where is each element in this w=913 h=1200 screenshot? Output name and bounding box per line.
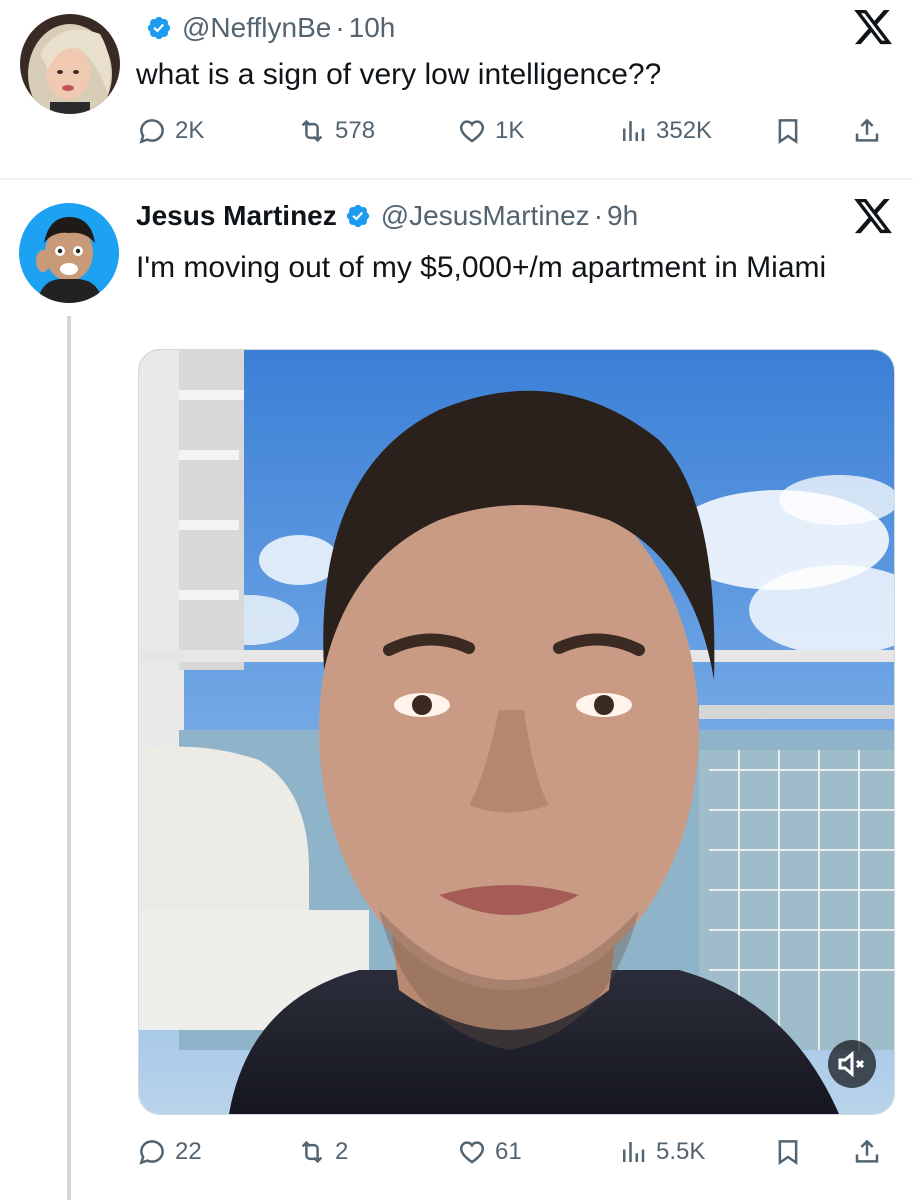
video-frame [139, 350, 894, 1114]
thread-line [67, 316, 71, 1200]
bookmark-icon [778, 119, 798, 145]
reply-icon [139, 1140, 164, 1165]
repost-icon [301, 119, 323, 143]
repost-button[interactable]: 2 [297, 1132, 348, 1172]
heart-icon [459, 1141, 485, 1164]
post2-handle[interactable]: @JesusMartinez [381, 200, 590, 232]
bookmark-icon [778, 1140, 798, 1166]
mute-button[interactable] [828, 1040, 876, 1088]
post1-timestamp[interactable]: 10h [349, 12, 396, 44]
verified-badge-icon [147, 16, 171, 40]
reply-icon [139, 119, 164, 144]
like-button[interactable]: 1K [457, 111, 524, 151]
post-divider [0, 178, 913, 180]
views-button[interactable]: 5.5K [618, 1132, 705, 1172]
views-count: 352K [656, 117, 713, 144]
post1-separator: · [335, 12, 345, 43]
x-logo-icon [854, 9, 892, 45]
post2-actions: 22 2 61 5.5K [0, 1132, 913, 1172]
views-icon [623, 121, 645, 141]
bookmark-button[interactable] [773, 111, 803, 151]
verified-badge-icon [346, 204, 369, 228]
post1-header: @NefflynBe · 10h [146, 12, 395, 44]
post2-text: I'm moving out of my $5,000+/m apartment… [136, 251, 827, 284]
post1-actions: 2K 578 1K 352K [0, 111, 913, 151]
share-icon [855, 118, 879, 142]
reply-count: 22 [175, 1138, 202, 1165]
repost-count: 2 [335, 1138, 349, 1165]
x-logo-icon [854, 198, 892, 234]
share-button[interactable] [852, 1132, 882, 1172]
repost-count: 578 [335, 117, 376, 144]
bookmark-button[interactable] [773, 1132, 803, 1172]
heart-icon [459, 120, 485, 143]
post2-author-name[interactable]: Jesus Martinez [136, 200, 337, 232]
avatar-image [19, 203, 119, 303]
repost-icon [301, 1140, 323, 1164]
reply-count: 2K [175, 117, 205, 144]
like-count: 1K [495, 117, 525, 144]
reply-button[interactable]: 22 [137, 1132, 202, 1172]
share-button[interactable] [852, 111, 882, 151]
post2-separator: · [593, 200, 604, 231]
avatar-nefflynbe[interactable] [20, 14, 120, 114]
views-button[interactable]: 352K [618, 111, 712, 151]
post1-handle[interactable]: @NefflynBe [182, 12, 331, 44]
views-count: 5.5K [656, 1138, 706, 1165]
video-player[interactable] [138, 349, 895, 1115]
repost-button[interactable]: 578 [297, 111, 375, 151]
avatar-image [20, 14, 120, 114]
avatar-jesusmartinez[interactable] [19, 203, 119, 303]
views-icon [623, 1142, 645, 1162]
like-button[interactable]: 61 [457, 1132, 522, 1172]
share-icon [855, 1139, 879, 1163]
like-count: 61 [495, 1138, 522, 1165]
post2-header: Jesus Martinez @JesusMartinez · 9h [136, 200, 638, 232]
reply-button[interactable]: 2K [137, 111, 204, 151]
speaker-muted-icon [838, 1050, 865, 1078]
post1-text: what is a sign of very low intelligence?… [136, 58, 662, 91]
post2-timestamp[interactable]: 9h [607, 200, 638, 232]
